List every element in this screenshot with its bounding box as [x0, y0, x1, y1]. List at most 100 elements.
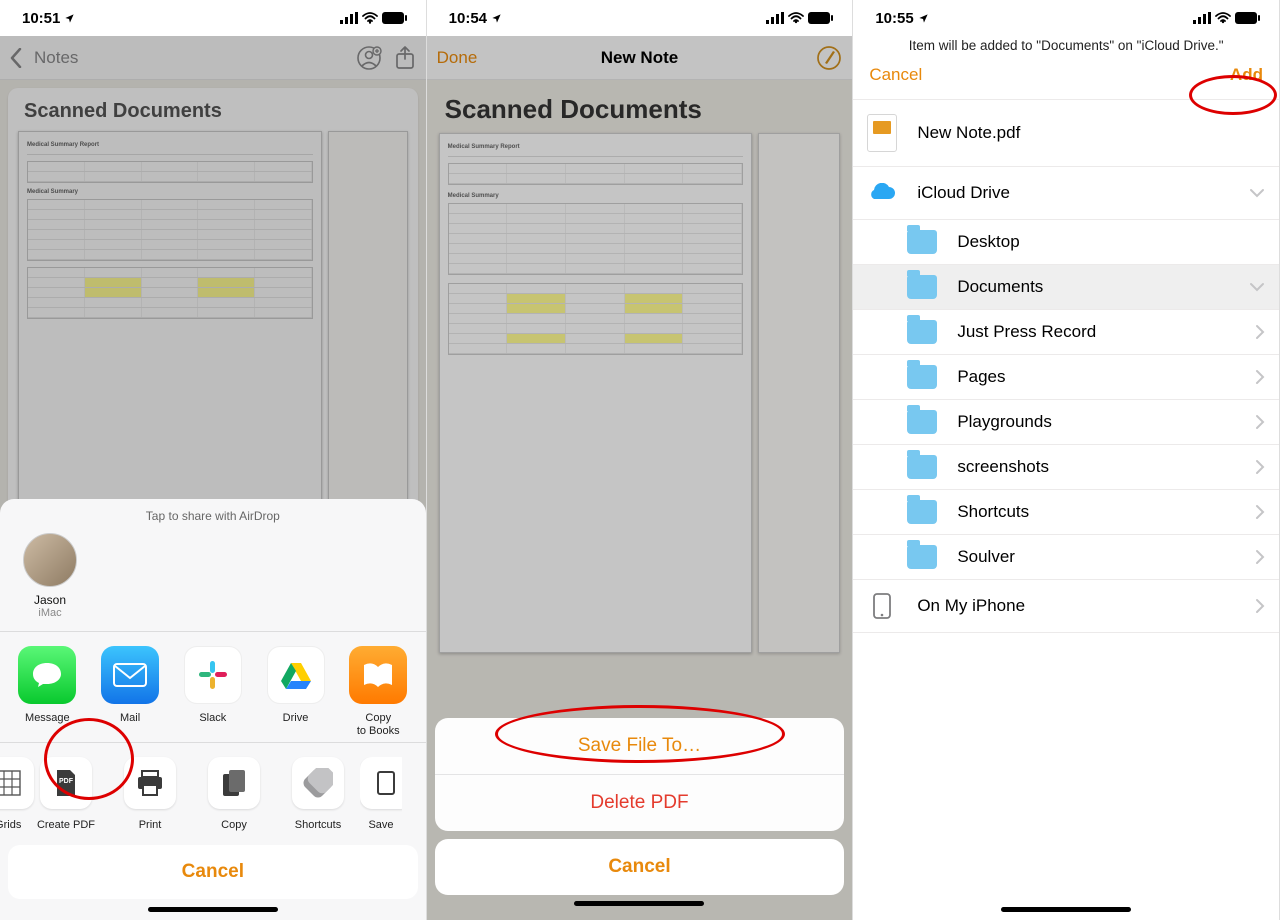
chevron-right-icon: [1255, 324, 1265, 340]
share-app-message[interactable]: Message: [8, 646, 86, 738]
scanned-page-1[interactable]: Medical Summary Report Medical Summary: [18, 131, 322, 561]
wifi-icon: [788, 12, 804, 24]
airdrop-hint: Tap to share with AirDrop: [0, 499, 426, 529]
cancel-button[interactable]: Cancel: [435, 839, 845, 895]
folder-icon: [907, 320, 937, 344]
grid-icon: [0, 770, 21, 796]
home-indicator: [1001, 907, 1131, 912]
share-action-save[interactable]: Save: [360, 757, 402, 831]
add-button[interactable]: Add: [1230, 65, 1263, 85]
share-app-slack[interactable]: Slack: [174, 646, 252, 738]
cancel-button[interactable]: Cancel: [8, 845, 418, 899]
folder-row[interactable]: screenshots: [853, 445, 1279, 490]
folder-label: Pages: [957, 367, 1255, 387]
screenshot-share-sheet: 10:51 Notes Scanned Documents Medical Su…: [0, 0, 427, 920]
folder-label: Soulver: [957, 547, 1255, 567]
status-time: 10:55: [875, 10, 913, 27]
status-icons: [766, 12, 834, 24]
folder-row[interactable]: Documents: [853, 265, 1279, 310]
share-app-books[interactable]: Copy to Books: [339, 646, 417, 738]
wifi-icon: [362, 12, 378, 24]
destination-message: Item will be added to "Documents" on "iC…: [853, 36, 1279, 59]
folder-row[interactable]: Pages: [853, 355, 1279, 400]
battery-icon: [382, 12, 408, 24]
share-action-shortcuts[interactable]: Shortcuts: [276, 757, 360, 831]
folder-row[interactable]: Soulver: [853, 535, 1279, 580]
chevron-right-icon: [1255, 504, 1265, 520]
chevron-right-icon: [1255, 414, 1265, 430]
folder-icon: [907, 545, 937, 569]
collaborate-icon[interactable]: [356, 45, 382, 71]
nav-title: New Note: [427, 48, 853, 68]
chevron-down-icon: [1249, 188, 1265, 198]
cancel-button[interactable]: Cancel: [869, 65, 922, 85]
pdf-file-icon: [867, 114, 897, 152]
folder-icon: [907, 230, 937, 254]
delete-pdf-button[interactable]: Delete PDF: [435, 774, 845, 831]
markup-icon[interactable]: [816, 45, 842, 71]
share-apps-row: Message Mail Slack Drive Copy to Books: [0, 632, 426, 742]
folder-label: screenshots: [957, 457, 1255, 477]
share-actions-row: & Grids PDFCreate PDF Print Copy Shortcu…: [0, 743, 426, 835]
folder-icon: [907, 455, 937, 479]
iphone-icon: [867, 591, 897, 621]
toolbar: Cancel Add: [853, 59, 1279, 99]
cellular-icon: [766, 12, 784, 24]
done-button[interactable]: Done: [437, 48, 478, 68]
scanned-page-2[interactable]: [328, 131, 408, 561]
copy-icon: [221, 768, 247, 798]
share-app-drive[interactable]: Drive: [257, 646, 335, 738]
folder-row[interactable]: Desktop: [853, 220, 1279, 265]
airdrop-contact[interactable]: Jason iMac: [14, 533, 86, 619]
screenshot-files-picker: 10:55 Item will be added to "Documents" …: [853, 0, 1280, 920]
chevron-left-icon: [10, 48, 22, 68]
books-icon: [360, 661, 396, 689]
folder-label: Shortcuts: [957, 502, 1255, 522]
folder-row[interactable]: Playgrounds: [853, 400, 1279, 445]
back-button[interactable]: Notes: [10, 48, 78, 68]
section-on-my-iphone[interactable]: On My iPhone: [853, 580, 1279, 633]
folder-label: Just Press Record: [957, 322, 1255, 342]
share-action-print[interactable]: Print: [108, 757, 192, 831]
folder-row[interactable]: Just Press Record: [853, 310, 1279, 355]
nav-bar: Notes: [0, 36, 426, 80]
chevron-down-icon: [1249, 282, 1265, 292]
wifi-icon: [1215, 12, 1231, 24]
folder-label: Documents: [957, 277, 1249, 297]
folder-icon: [907, 500, 937, 524]
avatar: [23, 533, 77, 587]
share-action-create-pdf[interactable]: PDFCreate PDF: [24, 757, 108, 831]
location-icon: [491, 13, 502, 24]
home-indicator: [148, 907, 278, 912]
icloud-icon: [867, 178, 897, 208]
share-app-mail[interactable]: Mail: [91, 646, 169, 738]
share-action-grids[interactable]: & Grids: [0, 757, 24, 831]
status-bar: 10:55: [853, 0, 1279, 36]
folder-row[interactable]: Shortcuts: [853, 490, 1279, 535]
pdf-page-1[interactable]: Medical Summary Report Medical Summary: [439, 133, 752, 653]
save-icon: [376, 770, 396, 796]
pdf-page-2[interactable]: [758, 133, 840, 653]
status-bar: 10:51: [0, 0, 426, 36]
document-title: Scanned Documents: [439, 94, 841, 125]
nav-bar: Done New Note: [427, 36, 853, 80]
battery-icon: [808, 12, 834, 24]
section-icloud-drive[interactable]: iCloud Drive: [853, 167, 1279, 220]
save-file-to-button[interactable]: Save File To…: [435, 718, 845, 774]
folder-icon: [907, 365, 937, 389]
share-action-copy[interactable]: Copy: [192, 757, 276, 831]
mail-icon: [112, 662, 148, 688]
status-time: 10:54: [449, 10, 487, 27]
share-icon[interactable]: [394, 45, 416, 71]
location-icon: [918, 13, 929, 24]
chevron-right-icon: [1255, 598, 1265, 614]
folder-label: Playgrounds: [957, 412, 1255, 432]
location-icon: [64, 13, 75, 24]
chevron-right-icon: [1255, 369, 1265, 385]
print-icon: [135, 769, 165, 797]
pdf-icon: PDF: [53, 768, 79, 798]
drive-icon: [278, 659, 314, 691]
chevron-right-icon: [1255, 459, 1265, 475]
share-sheet: Tap to share with AirDrop Jason iMac Mes…: [0, 499, 426, 920]
status-bar: 10:54: [427, 0, 853, 36]
